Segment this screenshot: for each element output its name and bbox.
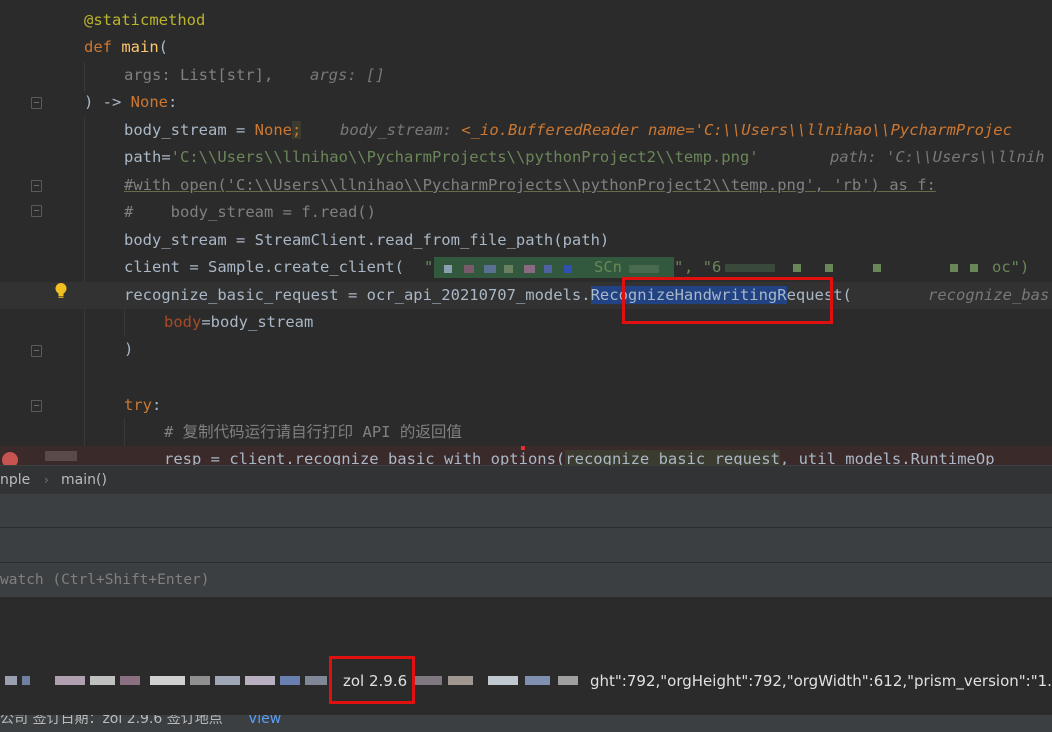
code-line[interactable]: body_stream = None; body_stream: <_io.Bu… xyxy=(0,117,1052,144)
code-text: = xyxy=(161,148,171,166)
code-line[interactable]: client = Sample.create_client( " SCn " ,… xyxy=(0,254,1052,281)
code-line[interactable]: ) -> None: xyxy=(0,89,1052,116)
keyword: try xyxy=(124,396,152,414)
code-text: resp = client.recognize_basic_with_optio… xyxy=(164,446,995,465)
redacted-string xyxy=(725,264,1005,273)
code-line[interactable]: body=body_stream xyxy=(0,309,1052,336)
comment: # body_stream = f.read() xyxy=(124,203,376,221)
keyword: None xyxy=(254,121,292,139)
code-text: =body_stream xyxy=(201,313,314,331)
code-line[interactable]: ) xyxy=(0,336,1052,363)
breakpoint-icon[interactable] xyxy=(2,452,18,465)
string-literal: oc") xyxy=(992,258,1030,276)
code-line-current[interactable]: recognize_basic_request = ocr_api_202107… xyxy=(0,282,1052,309)
code-text: ) -> xyxy=(84,93,131,111)
code-text: body=body_stream xyxy=(164,309,313,336)
decorator: @staticmethod xyxy=(84,11,206,29)
code-line[interactable]: try: xyxy=(0,392,1052,419)
inlay-hint: path: 'C:\\Users\\llnih xyxy=(830,148,1045,166)
code-line[interactable]: # body_stream = f.read() xyxy=(0,199,1052,226)
code-text: , util_models.RuntimeOp xyxy=(779,450,995,465)
console-json-line: zol 2.9.6 ght":792,"orgHeight":792,"orgW… xyxy=(0,668,1052,694)
code-editor[interactable]: @staticmethod def main( args: List[str],… xyxy=(0,0,1052,465)
code-text: resp = client.recognize_basic_with_optio… xyxy=(164,450,566,465)
hint-label: body_stream: xyxy=(340,121,462,139)
status-bar: 公司 签订日期：zol 2.9.6 签订地点 View xyxy=(0,715,1052,732)
comment: # 复制代码运行请自行打印 API 的返回值 xyxy=(164,423,462,441)
hint-value: <_io.BufferedReader name='C:\\Users\\lln… xyxy=(461,121,1012,139)
code-line[interactable]: args: List[str], args: [] xyxy=(0,62,1052,89)
string-literal: SCn xyxy=(594,258,622,276)
code-text: ( xyxy=(158,38,169,56)
highlight-box xyxy=(329,656,415,704)
highlight-box xyxy=(622,277,833,324)
keyword: None xyxy=(130,93,168,111)
code-line-breakpoint[interactable]: resp = client.recognize_basic_with_optio… xyxy=(0,446,1052,465)
console-output[interactable] xyxy=(0,598,1052,715)
code-text: try: xyxy=(124,392,161,419)
json-text: ght":792,"orgHeight":792,"orgWidth":612,… xyxy=(590,672,1052,690)
inlay-hint: body_stream: <_io.BufferedReader name='C… xyxy=(340,117,1012,144)
inlay-hint: args: [] xyxy=(310,66,385,84)
chevron-right-icon: › xyxy=(44,473,49,487)
code-line[interactable]: body_stream = StreamClient.read_from_fil… xyxy=(0,227,1052,254)
lightbulb-icon[interactable] xyxy=(54,282,68,300)
code-text: ) xyxy=(124,340,134,358)
debug-frames-row xyxy=(0,528,1052,563)
inlay-hint: recognize_bas xyxy=(928,286,1050,304)
code-line[interactable]: def main( xyxy=(0,34,1052,61)
code-text: : xyxy=(152,396,162,414)
watch-input[interactable]: watch (Ctrl+Shift+Enter) xyxy=(0,563,1052,598)
gutter-marker xyxy=(45,451,77,461)
function-name: main xyxy=(121,38,159,56)
breadcrumb-item-function[interactable]: main() xyxy=(61,466,107,494)
code-line[interactable]: @staticmethod xyxy=(0,7,1052,34)
redacted-string: SCn xyxy=(434,257,674,278)
breadcrumb: nple › main() xyxy=(0,465,1052,494)
code-line[interactable]: #with open('C:\\Users\\llnihao\\PycharmP… xyxy=(0,172,1052,199)
code-text: args: List[str], xyxy=(124,66,274,84)
code-text: recognize_basic_request = ocr_api_202107… xyxy=(124,286,591,304)
string-literal: 'C:\\Users\\llnihao\\PycharmProjects\\py… xyxy=(170,148,759,166)
view-link[interactable]: View xyxy=(248,715,281,732)
code-text: path='C:\\Users\\llnihao\\PycharmProject… xyxy=(124,144,759,171)
code-text: body_stream = StreamClient.read_from_fil… xyxy=(124,231,610,249)
debug-toolbar xyxy=(0,494,1052,528)
code-line[interactable]: path='C:\\Users\\llnihao\\PycharmProject… xyxy=(0,144,1052,171)
string-literal: " xyxy=(424,258,434,276)
code-text: ) -> None: xyxy=(84,89,177,116)
code-text: recognize_basic_request xyxy=(565,450,780,465)
breadcrumb-item-class[interactable]: nple xyxy=(0,466,30,494)
code-text: ; xyxy=(291,121,302,139)
code-text: def main( xyxy=(84,34,168,61)
status-text: 公司 签订日期：zol 2.9.6 签订地点 xyxy=(0,715,223,727)
code-text: path xyxy=(124,148,162,166)
keyword: def xyxy=(84,38,112,56)
code-text: body_stream = None; xyxy=(124,117,302,144)
code-text: client = Sample.create_client( xyxy=(124,258,404,276)
code-line[interactable]: # 复制代码运行请自行打印 API 的返回值 xyxy=(0,419,1052,446)
comment: #with open('C:\\Users\\llnihao\\PycharmP… xyxy=(124,176,936,194)
code-text: body_stream = xyxy=(124,121,255,139)
keyword-argument: body xyxy=(164,313,202,331)
error-marker xyxy=(521,446,525,450)
code-text: : xyxy=(168,93,178,111)
